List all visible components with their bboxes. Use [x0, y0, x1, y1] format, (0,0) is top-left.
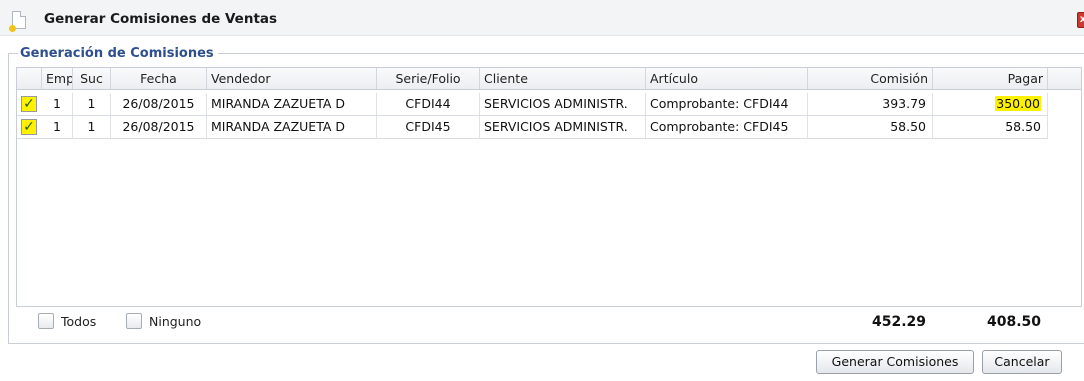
cliente-cell: SERVICIOS ADMINISTR. — [480, 93, 646, 115]
comision-cell: 58.50 — [808, 116, 933, 138]
serie-folio-cell: CFDI45 — [377, 116, 480, 138]
column-header-vendedor[interactable]: Vendedor — [207, 68, 377, 89]
pagar-cell[interactable]: 58.50 — [933, 116, 1048, 138]
ninguno-checkbox[interactable] — [126, 313, 142, 329]
close-icon[interactable]: x — [1077, 12, 1084, 28]
pagar-cell[interactable]: 350.00 — [933, 93, 1048, 115]
table-row[interactable]: ✓ 1 1 26/08/2015 MIRANDA ZAZUETA D CFDI4… — [17, 93, 1048, 116]
vendedor-cell: MIRANDA ZAZUETA D — [207, 116, 377, 138]
grid-header: Emp Suc Fecha Vendedor Serie/Folio Clien… — [17, 68, 1081, 90]
column-header-pagar[interactable]: Pagar — [933, 68, 1048, 89]
total-comision: 452.29 — [871, 314, 926, 330]
ninguno-label[interactable]: Ninguno — [149, 314, 201, 329]
cancel-button[interactable]: Cancelar — [982, 350, 1062, 374]
fecha-cell: 26/08/2015 — [111, 93, 207, 115]
articulo-cell: Comprobante: CFDI44 — [646, 93, 808, 115]
column-header-emp[interactable]: Emp — [42, 68, 73, 89]
suc-cell: 1 — [73, 116, 111, 138]
column-header-fecha[interactable]: Fecha — [111, 68, 207, 89]
comision-cell: 393.79 — [808, 93, 933, 115]
row-checkbox[interactable]: ✓ — [21, 119, 37, 135]
todos-label[interactable]: Todos — [61, 314, 96, 329]
pagar-edit-value[interactable]: 350.00 — [995, 96, 1041, 111]
group-legend: Generación de Comisiones — [18, 46, 218, 61]
row-select-cell: ✓ — [17, 116, 42, 138]
dialog-titlebar: Generar Comisiones de Ventas x — [0, 0, 1084, 36]
generar-comisiones-button[interactable]: Generar Comisiones — [816, 350, 974, 374]
cliente-cell: SERVICIOS ADMINISTR. — [480, 116, 646, 138]
new-document-icon — [9, 11, 26, 32]
column-header-cliente[interactable]: Cliente — [480, 68, 646, 89]
todos-checkbox[interactable] — [38, 313, 54, 329]
vendedor-cell: MIRANDA ZAZUETA D — [207, 93, 377, 115]
row-select-cell: ✓ — [17, 93, 42, 115]
column-header-comision[interactable]: Comisión — [808, 68, 933, 89]
articulo-cell: Comprobante: CFDI45 — [646, 116, 808, 138]
column-header-articulo[interactable]: Artículo — [646, 68, 808, 89]
serie-folio-cell: CFDI44 — [377, 93, 480, 115]
emp-cell: 1 — [42, 93, 73, 115]
emp-cell: 1 — [42, 116, 73, 138]
suc-cell: 1 — [73, 93, 111, 115]
total-pagar: 408.50 — [986, 314, 1041, 330]
comisiones-grid: Emp Suc Fecha Vendedor Serie/Folio Clien… — [16, 67, 1082, 307]
table-row[interactable]: ✓ 1 1 26/08/2015 MIRANDA ZAZUETA D CFDI4… — [17, 116, 1048, 139]
column-header-serie-folio[interactable]: Serie/Folio — [377, 68, 480, 89]
row-checkbox[interactable]: ✓ — [21, 96, 37, 112]
column-header-suc[interactable]: Suc — [73, 68, 111, 89]
fecha-cell: 26/08/2015 — [111, 116, 207, 138]
column-header-select[interactable] — [17, 68, 42, 89]
grid-footer: Todos Ninguno 452.29 408.50 — [16, 307, 1082, 337]
dialog-title: Generar Comisiones de Ventas — [44, 11, 278, 27]
